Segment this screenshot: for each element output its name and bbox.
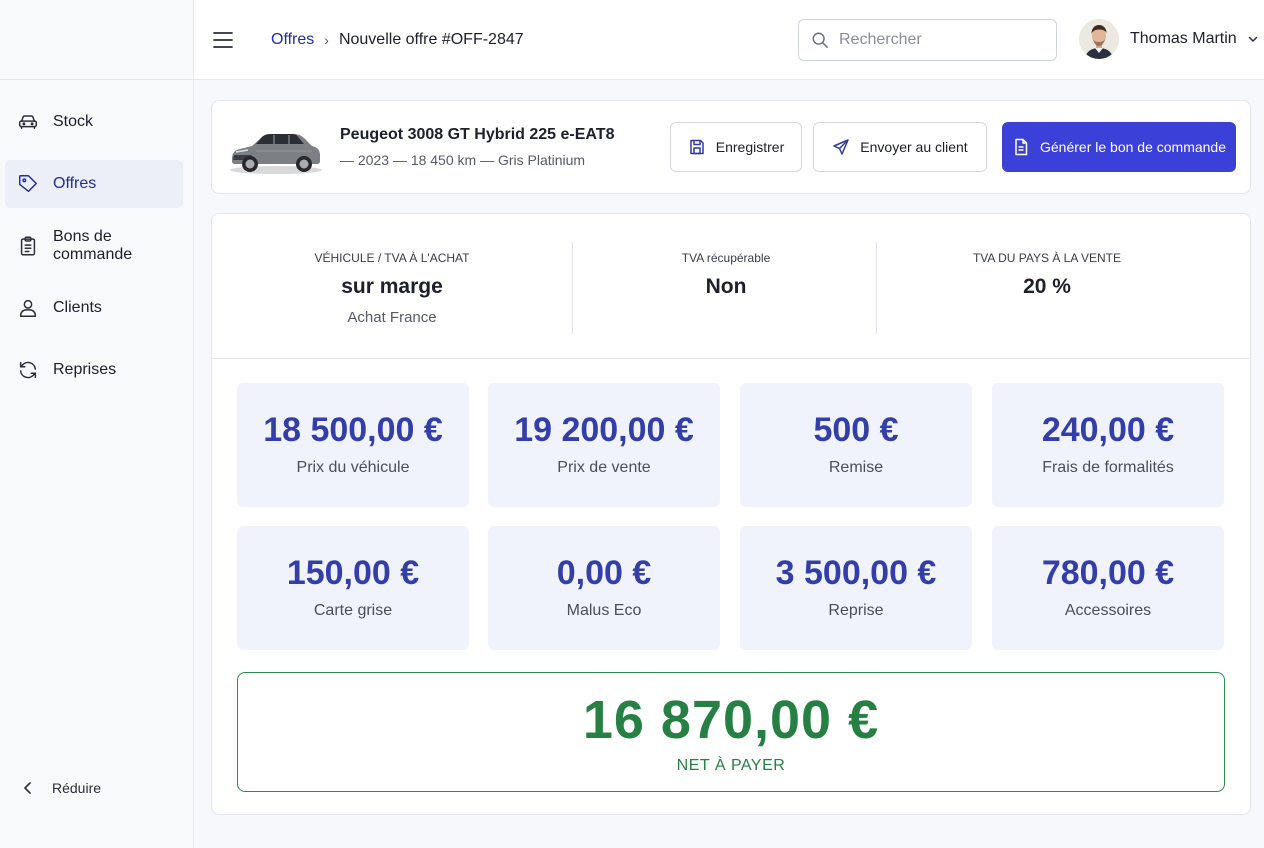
sidebar-item-clients[interactable]: Clients [5,284,183,332]
amount-value: 150,00 € [286,554,420,592]
vat-recoverable-value: Non [705,275,747,298]
vat-purchase-label: VÉHICULE / TVA À L'ACHAT [314,251,470,265]
avatar [1079,19,1119,59]
user-menu[interactable]: Thomas Martin [1079,19,1259,59]
sidebar-item-label: Bons de commande [53,228,133,263]
vat-recoverable: TVA récupérable Non [606,242,846,299]
amount-value: 240,00 € [1041,411,1175,449]
vat-purchase-sub: Achat France [347,309,437,326]
user-icon [17,297,39,319]
generate-button-label: Générer le bon de commande [1040,139,1226,155]
vat-info-row: VÉHICULE / TVA À L'ACHAT sur marge Achat… [212,214,1250,359]
sidebar-item-bons-de-commande[interactable]: Bons de commande [5,222,183,270]
sidebar-nav: Stock Offres Bons de commande Clients Re… [5,98,183,408]
net-to-pay-label: NET À PAYER [676,757,786,774]
tag-icon [17,173,39,195]
amount-value: 780,00 € [1041,554,1175,592]
vehicle-title: Peugeot 3008 GT Hybrid 225 e-EAT8 [340,126,615,143]
vehicle-thumbnail [230,134,322,174]
amount-tile-discount: 500 € Remise [740,383,972,507]
amount-label: Carte grise [313,602,393,619]
refresh-icon [17,359,39,381]
amount-label: Prix de vente [557,459,651,476]
amount-tile-sale-price: 19 200,00 € Prix de vente [488,383,720,507]
save-button-label: Enregistrer [715,139,785,155]
sidebar: Stock Offres Bons de commande Clients Re… [0,0,194,848]
vat-sale-country-label: TVA DU PAYS À LA VENTE [972,251,1122,265]
sidebar-top [0,0,193,80]
amount-value: 500 € [813,411,899,449]
amount-label: Reprise [828,602,884,619]
amount-tile-vehicle-price: 18 500,00 € Prix du véhicule [237,383,469,507]
breadcrumb-current: Nouvelle offre #OFF-2847 [338,31,524,48]
sidebar-item-reprises[interactable]: Reprises [5,346,183,394]
vat-purchase-value: sur marge [341,275,443,298]
vat-recoverable-label: TVA récupérable [681,251,771,265]
amount-value: 0,00 € [556,554,652,592]
chevron-down-icon [1248,36,1257,42]
amount-label: Frais de formalités [1042,459,1174,476]
divider [572,242,573,334]
car-icon [17,111,39,133]
sidebar-item-label: Reprises [53,361,117,378]
sidebar-item-stock[interactable]: Stock [5,98,183,146]
clipboard-icon [17,235,39,257]
amount-tile-trade-in: 3 500,00 € Reprise [740,526,972,650]
chevron-left-icon [24,782,31,794]
send-to-client-button[interactable]: Envoyer au client [813,122,987,172]
send-icon [833,139,850,155]
search-input[interactable] [839,31,1029,49]
search-box [798,19,1057,61]
sidebar-item-label: Offres [53,175,97,192]
breadcrumb-link-offres[interactable]: Offres [271,31,314,49]
sidebar-item-offres[interactable]: Offres [5,160,183,208]
amount-label: Prix du véhicule [296,459,410,476]
amount-label: Malus Eco [566,602,642,619]
user-name: Thomas Martin [1130,30,1237,47]
amount-value: 19 200,00 € [514,411,694,449]
top-header: Offres › Nouvelle offre #OFF-2847 Thomas… [194,0,1264,80]
sidebar-item-label: Stock [53,113,94,130]
amount-value: 3 500,00 € [775,554,937,592]
amount-value: 18 500,00 € [263,411,443,449]
search-icon [812,32,828,48]
amount-label: Accessoires [1064,602,1152,619]
vat-sale-country-value: 20 % [1023,275,1071,298]
collapse-label: Réduire [52,780,102,796]
vat-sale-country: TVA DU PAYS À LA VENTE 20 % [927,242,1167,299]
send-button-label: Envoyer au client [860,139,968,155]
net-to-pay-value: 16 870,00 € [582,690,880,750]
save-button[interactable]: Enregistrer [670,122,802,172]
sidebar-item-label: Clients [53,299,102,316]
amount-tile-registration: 150,00 € Carte grise [237,526,469,650]
amount-label: Remise [828,459,884,476]
vehicle-meta: — 2023 — 18 450 km — Gris Platinium [340,152,586,168]
vat-purchase: VÉHICULE / TVA À L'ACHAT sur marge Achat… [272,242,512,326]
generate-order-button[interactable]: Générer le bon de commande [1002,122,1236,172]
amount-tile-accessories: 780,00 € Accessoires [992,526,1224,650]
save-icon [690,139,704,155]
amount-tile-admin-fees: 240,00 € Frais de formalités [992,383,1224,507]
breadcrumb: Offres › Nouvelle offre #OFF-2847 [271,31,524,49]
hamburger-menu-icon[interactable] [212,29,234,51]
document-icon [1015,138,1028,156]
net-to-pay-box: 16 870,00 € NET À PAYER [237,672,1225,792]
offer-summary-card: VÉHICULE / TVA À L'ACHAT sur marge Achat… [211,213,1251,815]
collapse-sidebar-button[interactable]: Réduire [20,780,101,796]
divider [876,242,877,334]
chevron-right-icon: › [324,32,329,48]
amount-tile-eco-malus: 0,00 € Malus Eco [488,526,720,650]
vehicle-card: Peugeot 3008 GT Hybrid 225 e-EAT8 — 2023… [211,100,1251,194]
